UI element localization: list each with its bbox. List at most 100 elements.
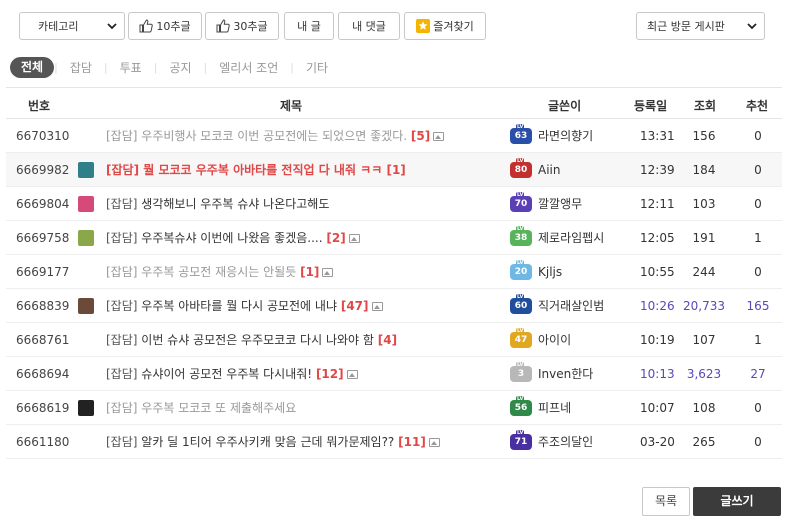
table-header: 번호 제목 글쓴이 등록일 조회 추천 xyxy=(6,87,782,119)
post-date: 10:07 xyxy=(640,401,675,415)
author-name[interactable]: 깔깔앵무 xyxy=(538,187,582,221)
my-comments-button[interactable]: 내 댓글 xyxy=(338,12,400,40)
post-number: 6669177 xyxy=(16,265,70,279)
class-emblem-icon xyxy=(78,400,94,416)
author-name[interactable]: Aiin xyxy=(538,153,560,187)
tab-all[interactable]: 전체 xyxy=(10,56,55,78)
post-title-link[interactable]: [잡담] 이번 슈샤 공모전은 우주모코코 다시 나와야 함 [4] xyxy=(106,323,397,357)
class-emblem-icon xyxy=(78,298,94,314)
tab-advice[interactable]: 엘리서 조언 xyxy=(207,59,290,76)
tab-etc[interactable]: 기타 xyxy=(294,59,340,76)
post-title-link[interactable]: [잡담] 슈샤이어 공모전 우주복 다시내줘! [12] xyxy=(106,357,358,391)
author-name[interactable]: 피프네 xyxy=(538,391,571,425)
view-count: 265 xyxy=(692,435,716,449)
author-name[interactable]: Kjljs xyxy=(538,255,562,289)
post-title: 우주복슈샤 이번에 나왔음 좋겠음.... xyxy=(141,231,323,245)
view-count: 107 xyxy=(692,333,716,347)
tab-notice[interactable]: 공지 xyxy=(157,59,203,76)
post-title-link[interactable]: [잡담] 알카 딜 1티어 우주사키캐 맞음 근데 뭐가문제임?? [11] xyxy=(106,425,440,459)
upvote-30-button[interactable]: 30추글 xyxy=(205,12,279,40)
author-name[interactable]: 직거래살인범 xyxy=(538,289,604,323)
comment-count: [11] xyxy=(398,435,426,449)
post-title-link[interactable]: [잡담] 우주비행사 모코코 이번 공모전에는 되었으면 좋겠다. [5] xyxy=(106,119,445,153)
view-count: 108 xyxy=(692,401,716,415)
post-category: [잡담] xyxy=(106,299,138,313)
table-row[interactable]: 6661180 [잡담] 알카 딜 1티어 우주사키캐 맞음 근데 뭐가문제임??… xyxy=(6,425,782,459)
post-date: 10:13 xyxy=(640,367,675,381)
favorites-label: 즐겨찾기 xyxy=(433,20,474,33)
list-button[interactable]: 목록 xyxy=(642,487,690,516)
post-title: 뭘 모코코 우주복 아바타를 전직업 다 내줘 ㅋㅋ xyxy=(143,163,383,177)
comment-count: [1] xyxy=(300,265,320,279)
image-attached-icon xyxy=(371,302,383,311)
post-category: [잡담] xyxy=(106,333,138,347)
post-title: 생각해보니 우주복 슈샤 나온다고해도 xyxy=(141,197,330,211)
upvote-10-button[interactable]: 10추글 xyxy=(128,12,202,40)
post-title-link[interactable]: [잡담] 생각해보니 우주복 슈샤 나온다고해도 xyxy=(106,187,329,221)
my-posts-button[interactable]: 내 글 xyxy=(284,12,334,40)
post-date: 03-20 xyxy=(640,435,675,449)
table-row[interactable]: 6668694 [잡담] 슈샤이어 공모전 우주복 다시내줘! [12] 3 Inve… xyxy=(6,357,782,391)
class-emblem-icon xyxy=(78,162,94,178)
view-count: 20,733 xyxy=(683,299,725,313)
table-row[interactable]: 6670310 [잡담] 우주비행사 모코코 이번 공모전에는 되었으면 좋겠다.… xyxy=(6,119,782,153)
table-row[interactable]: 6669758 [잡담] 우주복슈샤 이번에 나왔음 좋겠음.... [2] 38 제… xyxy=(6,221,782,255)
level-badge: 70 xyxy=(510,192,532,212)
view-count: 103 xyxy=(692,197,716,211)
table-row[interactable]: 6669982 [잡담] 뭘 모코코 우주복 아바타를 전직업 다 내줘 ㅋㅋ [… xyxy=(6,153,782,187)
post-title: 우주복 공모전 재응시는 안될듯 xyxy=(141,265,297,279)
thumbs-up-icon xyxy=(216,19,231,33)
post-category: [잡담] xyxy=(106,163,140,177)
header-title: 제목 xyxy=(280,99,303,113)
post-category: [잡담] xyxy=(106,401,138,415)
view-count: 184 xyxy=(692,163,716,177)
favorites-button[interactable]: 즐겨찾기 xyxy=(404,12,486,40)
post-date: 12:39 xyxy=(640,163,675,177)
image-attached-icon xyxy=(346,370,358,379)
post-category: [잡담] xyxy=(106,129,138,143)
upvote-30-label: 30추글 xyxy=(233,20,268,33)
post-title-link[interactable]: [잡담] 우주복 공모전 재응시는 안될듯 [1] xyxy=(106,255,334,289)
post-title: 알카 딜 1티어 우주사키캐 맞음 근데 뭐가문제임?? xyxy=(141,435,395,449)
class-emblem-icon xyxy=(78,230,94,246)
post-date: 10:26 xyxy=(640,299,675,313)
my-posts-label: 내 글 xyxy=(297,20,321,33)
table-row[interactable]: 6668839 [잡담] 우주복 아바타를 뭘 다시 공모전에 내냐 [47] 60… xyxy=(6,289,782,323)
level-badge: 56 xyxy=(510,396,532,416)
write-button[interactable]: 글쓰기 xyxy=(693,487,781,516)
class-emblem-icon xyxy=(78,196,94,212)
header-rec: 추천 xyxy=(746,99,769,113)
author-name[interactable]: 라면의향기 xyxy=(538,119,593,153)
recommend-count: 0 xyxy=(754,401,762,415)
post-number: 6668619 xyxy=(16,401,70,415)
level-badge: 80 xyxy=(510,158,532,178)
author-name[interactable]: Inven한다 xyxy=(538,357,593,391)
post-title-link[interactable]: [잡담] 우주복 모코코 또 제출해주세요 xyxy=(106,391,296,425)
table-row[interactable]: 6669177 [잡담] 우주복 공모전 재응시는 안될듯 [1] 20 Kjljs 1… xyxy=(6,255,782,289)
table-row[interactable]: 6668761 [잡담] 이번 슈샤 공모전은 우주모코코 다시 나와야 함 [4… xyxy=(6,323,782,357)
post-date: 12:11 xyxy=(640,197,675,211)
chevron-down-icon xyxy=(107,23,117,30)
level-badge: 60 xyxy=(510,294,532,314)
post-category: [잡담] xyxy=(106,265,138,279)
recommend-count: 165 xyxy=(746,299,770,313)
recommend-count: 27 xyxy=(750,367,766,381)
author-name[interactable]: 제로라임펩시 xyxy=(538,221,604,255)
recommend-count: 0 xyxy=(754,435,762,449)
post-title: 슈샤이어 공모전 우주복 다시내줘! xyxy=(141,367,313,381)
recent-boards-select[interactable]: 최근 방문 게시판 xyxy=(636,12,765,40)
table-row[interactable]: 6668619 [잡담] 우주복 모코코 또 제출해주세요 56 피프네 10:07 1… xyxy=(6,391,782,425)
post-title-link[interactable]: [잡담] 우주복 아바타를 뭘 다시 공모전에 내냐 [47] xyxy=(106,289,383,323)
image-attached-icon xyxy=(322,268,334,277)
post-title-link[interactable]: [잡담] 뭘 모코코 우주복 아바타를 전직업 다 내줘 ㅋㅋ [1] xyxy=(106,153,406,187)
post-date: 10:55 xyxy=(640,265,675,279)
tab-vote[interactable]: 투표 xyxy=(108,59,154,76)
table-row[interactable]: 6669804 [잡담] 생각해보니 우주복 슈샤 나온다고해도 70 깔깔앵무 12… xyxy=(6,187,782,221)
post-title: 우주비행사 모코코 이번 공모전에는 되었으면 좋겠다. xyxy=(141,129,408,143)
recommend-count: 0 xyxy=(754,265,762,279)
author-name[interactable]: 주조의달인 xyxy=(538,425,593,459)
tab-chat[interactable]: 잡담 xyxy=(58,59,104,76)
post-title-link[interactable]: [잡담] 우주복슈샤 이번에 나왔음 좋겠음.... [2] xyxy=(106,221,360,255)
category-select[interactable]: 카테고리 xyxy=(19,12,125,40)
author-name[interactable]: 아이이 xyxy=(538,323,571,357)
